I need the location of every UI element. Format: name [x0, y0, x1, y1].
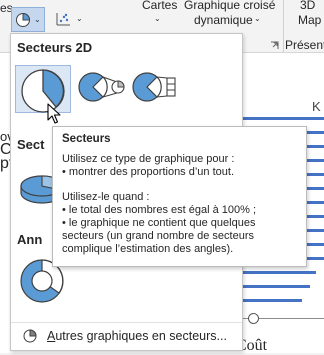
pie-of-pie-option[interactable]	[75, 65, 127, 111]
maps-label: Cartes	[142, 0, 178, 12]
pie-icon	[21, 69, 65, 113]
pivot-chart-button[interactable]: Graphique croisé dynamique ⌄	[180, 0, 276, 32]
tooltip-text: • montrer des proportions d’un tout.	[62, 166, 234, 178]
pivot-chart-label-line1: Graphique croisé	[184, 0, 276, 12]
chevron-down-icon: ⌄	[154, 14, 161, 23]
bar-of-pie-option[interactable]	[131, 65, 183, 111]
pivot-chart-label-line2: dynamique	[194, 13, 253, 27]
more-pie-charts-link[interactable]: Autres graphiques en secteurs...	[11, 322, 242, 350]
more-pie-charts-label: Autres graphiques en secteurs...	[47, 329, 227, 343]
section-header-2d: Secteurs 2D	[11, 36, 242, 60]
maps-button[interactable]: Cartes ⌄	[134, 0, 179, 30]
3d-map-button[interactable]: 3D Map	[292, 0, 324, 32]
chevron-down-icon: ⌄	[76, 14, 83, 23]
tooltip-title: Secteurs	[62, 133, 111, 145]
3d-map-label-line1: 3D	[300, 0, 316, 12]
tooltip-text: Utilisez ce type de graphique pour :	[62, 153, 235, 165]
ribbon-group-separator	[283, 0, 284, 52]
insert-pie-chart-button[interactable]: ⌄	[11, 7, 45, 32]
3d-map-label-line2: Map	[298, 13, 322, 27]
chart-bar	[240, 117, 324, 120]
present-group-label: Présent	[285, 38, 324, 52]
pie-of-pie-icon	[78, 72, 125, 102]
more-pie-charts-text: utres graphiques en secteurs...	[55, 329, 227, 343]
chart-bar	[240, 299, 302, 302]
zoom-slider-knob[interactable]	[248, 313, 259, 324]
chart-bar	[240, 271, 316, 274]
tooltip-text: complique l’estimation des angles).	[62, 243, 234, 255]
bar-of-pie-icon	[132, 72, 176, 102]
insert-scatter-chart-button[interactable]: ⌄	[52, 7, 86, 32]
tooltip-text: Utilisez-le quand :	[62, 191, 150, 203]
pie-chart-icon	[16, 12, 31, 27]
scatter-chart-icon	[56, 13, 70, 26]
chart-type-tooltip: Secteurs Utilisez ce type de graphique p…	[52, 126, 307, 267]
tooltip-text: secteurs (un grand nombre de secteurs	[62, 230, 254, 242]
chevron-down-icon: ⌄	[254, 14, 261, 23]
tooltip-text: • le total des nombres est égal à 100% ;	[62, 204, 257, 216]
tooltip-text: • le graphique ne contient que quelques	[62, 217, 256, 229]
dialog-launcher-icon[interactable]	[270, 41, 279, 50]
pie-chart-icon	[23, 329, 37, 343]
column-header-k: K	[312, 99, 321, 114]
chevron-down-icon: ⌄	[34, 15, 41, 24]
chart-bar	[240, 285, 310, 288]
mouse-cursor-icon	[47, 103, 61, 124]
